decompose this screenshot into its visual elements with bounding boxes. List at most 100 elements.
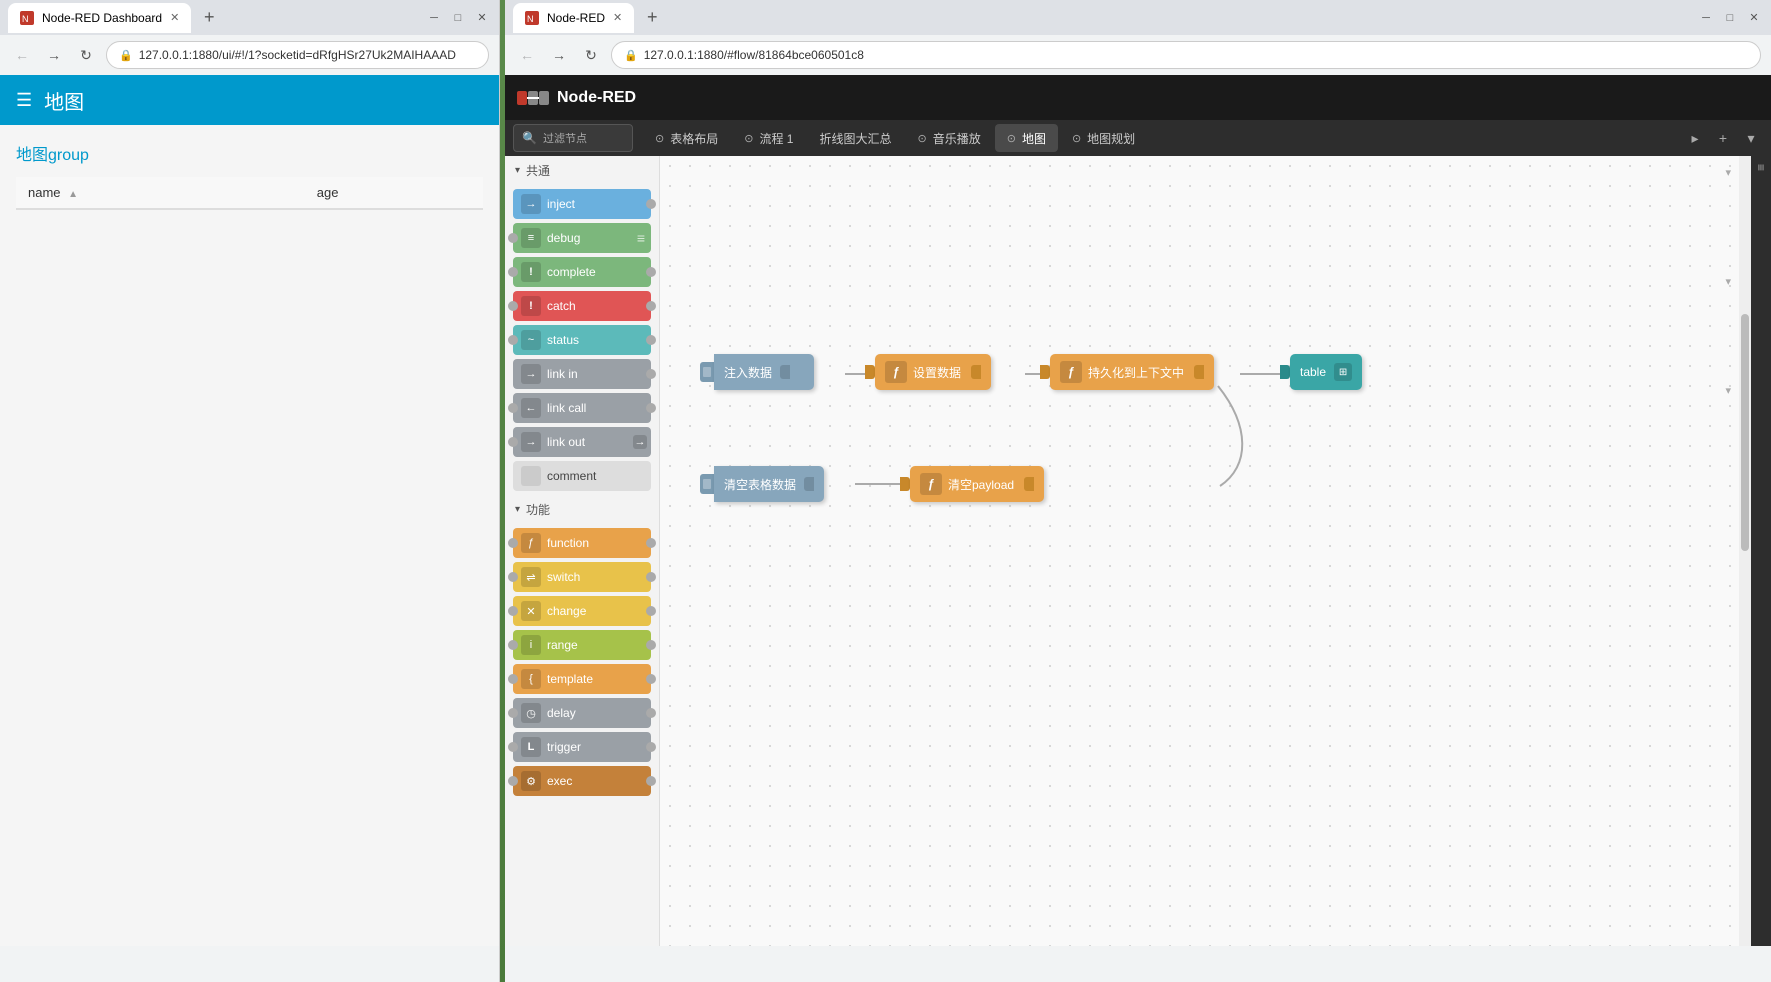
back-btn-1[interactable]: ← <box>10 43 34 67</box>
tab-yinyue[interactable]: ⊙ 音乐播放 <box>905 124 992 152</box>
tab-ditu[interactable]: ⊙ 地图 <box>995 124 1058 152</box>
node-complete[interactable]: ! complete <box>513 257 651 287</box>
node-link-in[interactable]: → link in <box>513 359 651 389</box>
node-complete-icon: ! <box>521 262 541 282</box>
active-tab-2[interactable]: N Node-RED ✕ <box>513 3 634 33</box>
node-exec-port-left <box>508 776 518 786</box>
flow-node-table[interactable]: table ⊞ <box>1280 354 1362 390</box>
node-delay[interactable]: ◷ delay <box>513 698 651 728</box>
tab-menu[interactable]: ▾ <box>1739 126 1763 150</box>
tab-ditu-guihua[interactable]: ⊙ 地图规划 <box>1060 124 1147 152</box>
tab-label-biaoge: 表格布局 <box>670 130 718 147</box>
col-name: name ▲ <box>16 177 305 209</box>
url-bar-2[interactable]: 🔒 127.0.0.1:1880/#flow/81864bce060501c8 <box>611 41 1761 69</box>
section-common[interactable]: ▾ 共通 <box>505 156 659 185</box>
window-controls-1: ─ □ ✕ <box>425 9 491 27</box>
flow-node-inject-data[interactable]: 注入数据 <box>700 354 814 390</box>
flow-node-set-data[interactable]: ƒ 设置数据 <box>865 354 991 390</box>
node-change[interactable]: ✕ change <box>513 596 651 626</box>
flow-node-clear-table[interactable]: 清空表格数据 <box>700 466 824 502</box>
flow-node-persist[interactable]: ƒ 持久化到上下文中 <box>1040 354 1214 390</box>
tab-close-1[interactable]: ✕ <box>170 11 179 24</box>
back-btn-2[interactable]: ← <box>515 43 539 67</box>
node-range[interactable]: i range <box>513 630 651 660</box>
maximize-btn-2[interactable]: □ <box>1721 9 1739 27</box>
tab-biaoge[interactable]: ⊙ 表格布局 <box>643 124 730 152</box>
node-range-port-right <box>646 640 656 650</box>
hamburger-icon[interactable]: ☰ <box>16 90 32 111</box>
minimize-btn-1[interactable]: ─ <box>425 9 443 27</box>
tab-zhexian[interactable]: 折线图大汇总 <box>807 124 903 152</box>
forward-btn-1[interactable]: → <box>42 43 66 67</box>
node-debug-label: debug <box>547 231 580 245</box>
node-link-call[interactable]: ← link call <box>513 393 651 423</box>
canvas-scrollbar[interactable] <box>1739 156 1751 946</box>
node-debug-port-left <box>508 233 518 243</box>
node-change-icon: ✕ <box>521 601 541 621</box>
filter-nodes[interactable]: 🔍 过滤节点 <box>513 124 633 152</box>
node-exec-icon: ⚙ <box>521 771 541 791</box>
title-bar-2: N Node-RED ✕ + ─ □ ✕ <box>505 0 1771 35</box>
right-sidebar-btn-1[interactable]: ≡ <box>1754 164 1768 171</box>
new-tab-btn-2[interactable]: + <box>638 4 666 32</box>
node-link-out-label: link out <box>547 435 585 449</box>
sort-arrow-name[interactable]: ▲ <box>68 189 78 200</box>
address-bar-1: ← → ↻ 🔒 127.0.0.1:1880/ui/#!/1?socketid=… <box>0 35 499 75</box>
node-comment[interactable]: comment <box>513 461 651 491</box>
lock-icon-1: 🔒 <box>119 49 133 62</box>
node-status-port-right <box>646 335 656 345</box>
canvas-fit[interactable]: ▾ <box>1725 384 1731 397</box>
favicon-2: N <box>525 11 539 25</box>
node-inject[interactable]: → inject <box>513 189 651 219</box>
node-function-label: function <box>547 536 589 550</box>
node-function[interactable]: ƒ function <box>513 528 651 558</box>
tab-scroll-left[interactable]: ▸ <box>1683 126 1707 150</box>
node-link-out[interactable]: → link out → <box>513 427 651 457</box>
tab-close-2[interactable]: ✕ <box>613 11 622 24</box>
node-debug[interactable]: ≡ debug ≡ <box>513 223 651 253</box>
node-exec-label: exec <box>547 774 572 788</box>
forward-btn-2[interactable]: → <box>547 43 571 67</box>
canvas-zoom-out[interactable]: ▾ <box>1725 275 1731 288</box>
node-catch[interactable]: ! catch <box>513 291 651 321</box>
data-table: name ▲ age <box>16 177 483 210</box>
node-trigger[interactable]: L trigger <box>513 732 651 762</box>
node-delay-port-left <box>508 708 518 718</box>
tab-icon-ditu: ⊙ <box>1007 132 1016 145</box>
node-trigger-port-right <box>646 742 656 752</box>
refresh-btn-2[interactable]: ↻ <box>579 43 603 67</box>
node-template[interactable]: { template <box>513 664 651 694</box>
tab-label-liucheng: 流程 1 <box>759 130 793 147</box>
table-container: 地图group name ▲ age <box>0 125 499 226</box>
maximize-btn-1[interactable]: □ <box>449 9 467 27</box>
col-age: age <box>305 177 483 209</box>
close-btn-1[interactable]: ✕ <box>473 9 491 27</box>
active-tab-1[interactable]: N Node-RED Dashboard ✕ <box>8 3 191 33</box>
canvas-zoom-in[interactable]: ▾ <box>1725 166 1731 179</box>
url-text-2: 127.0.0.1:1880/#flow/81864bce060501c8 <box>644 48 864 62</box>
node-status-port-left <box>508 335 518 345</box>
minimize-btn-2[interactable]: ─ <box>1697 9 1715 27</box>
section-function[interactable]: ▾ 功能 <box>505 495 659 524</box>
tab-add[interactable]: + <box>1711 126 1735 150</box>
node-link-call-port-left <box>508 403 518 413</box>
flow-node-clear-payload[interactable]: ƒ 清空payload <box>900 466 1044 502</box>
tab-liucheng[interactable]: ⊙ 流程 1 <box>732 124 805 152</box>
lock-icon-2: 🔒 <box>624 49 638 62</box>
node-comment-label: comment <box>547 469 596 483</box>
node-status[interactable]: ~ status <box>513 325 651 355</box>
node-switch-icon: ⇌ <box>521 567 541 587</box>
node-link-in-label: link in <box>547 367 578 381</box>
new-tab-btn-1[interactable]: + <box>195 4 223 32</box>
node-switch[interactable]: ⇌ switch <box>513 562 651 592</box>
nodered-main: ▾ 共通 → inject ≡ debug ≡ <box>505 156 1771 946</box>
node-complete-port-left <box>508 267 518 277</box>
refresh-btn-1[interactable]: ↻ <box>74 43 98 67</box>
close-btn-2[interactable]: ✕ <box>1745 9 1763 27</box>
flow-canvas[interactable]: 注入数据 ƒ 设置数据 ƒ <box>660 156 1751 946</box>
tab-title-2: Node-RED <box>547 11 605 25</box>
tab-label-ditu-guihua: 地图规划 <box>1087 130 1135 147</box>
node-function-port-right <box>646 538 656 548</box>
node-exec[interactable]: ⚙ exec <box>513 766 651 796</box>
url-bar-1[interactable]: 🔒 127.0.0.1:1880/ui/#!/1?socketid=dRfgHS… <box>106 41 489 69</box>
